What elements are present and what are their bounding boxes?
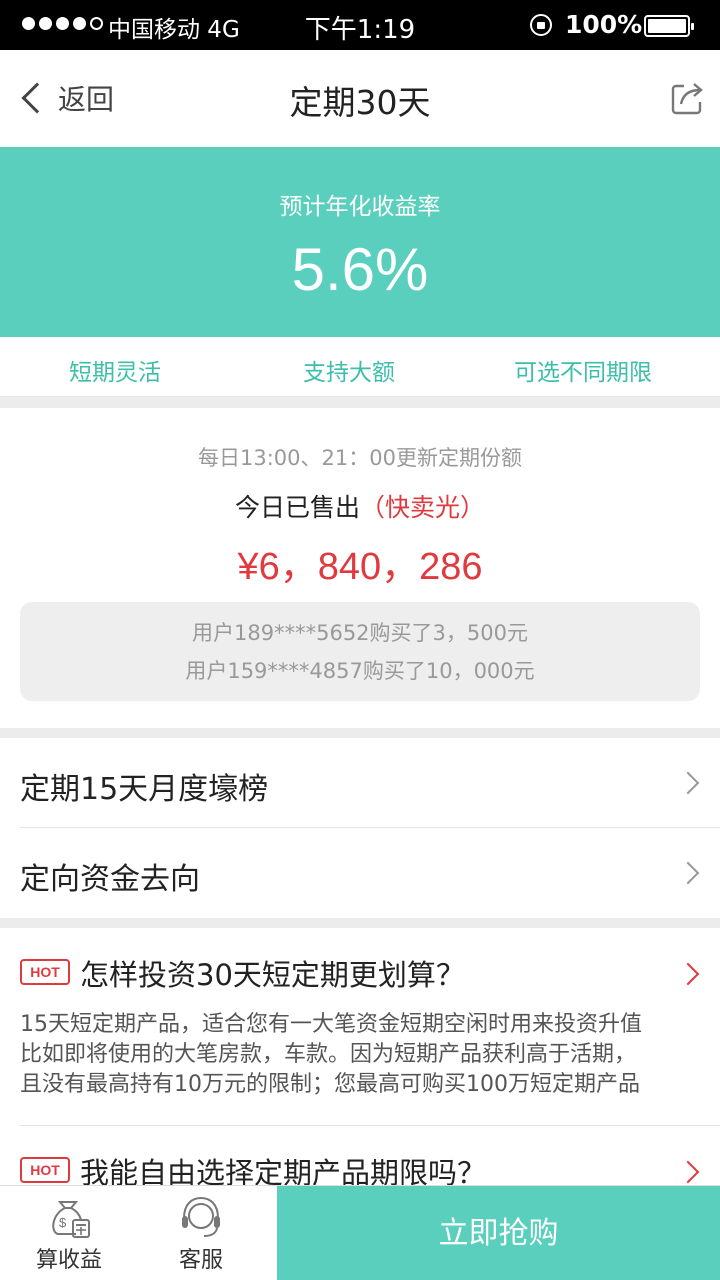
- customer-service-button[interactable]: 客服: [132, 1186, 270, 1280]
- tag-large-amount: 支持大额: [303, 360, 395, 386]
- row-label: 定向资金去向: [20, 862, 200, 897]
- buy-now-button[interactable]: 立即抢购: [277, 1186, 720, 1280]
- sold-today: 今日已售出（快卖光）: [0, 488, 720, 524]
- rate-label: 预计年化收益率: [279, 194, 441, 220]
- headset-icon: [182, 1196, 220, 1237]
- service-label: 客服: [178, 1248, 223, 1273]
- battery-icon: [644, 15, 694, 37]
- chevron-right-icon: [676, 771, 700, 795]
- recent-buyers-ticker: 用户189****5652购买了3，500元 用户159****4857购买了1…: [20, 602, 700, 701]
- answer-line: 15天短定期产品，适合您有一大笔资金短期空闲时用来投资升值: [20, 1012, 642, 1037]
- chevron-left-icon: [21, 82, 53, 114]
- rate-banner: 预计年化收益率 5.6%: [0, 147, 720, 337]
- sales-section: 每日13:00、21：00更新定期份额 今日已售出（快卖光） ¥6，840，28…: [0, 408, 720, 728]
- chevron-right-icon: [676, 1160, 700, 1184]
- section-divider: [0, 397, 720, 408]
- answer-line: 且没有最高持有10万元的限制；您最高可购买100万短定期产品: [20, 1072, 640, 1097]
- faq-answer: 15天短定期产品，适合您有一大笔资金短期空闲时用来投资升值 比如即将使用的大笔房…: [20, 1010, 704, 1100]
- tag-terms: 可选不同期限: [514, 360, 652, 386]
- section-divider: [0, 728, 720, 738]
- row-label: 定期15天月度壕榜: [20, 772, 269, 807]
- share-icon[interactable]: [670, 80, 706, 116]
- navigation-bar: 返回 定期30天: [0, 50, 720, 147]
- calculate-label: 算收益: [35, 1248, 102, 1273]
- answer-line: 比如即将使用的大笔房款，车款。因为短期产品获利高于活期，: [20, 1042, 637, 1067]
- sold-label: 今日已售出: [234, 493, 360, 522]
- buyer-record: 用户189****5652购买了3，500元: [192, 621, 528, 645]
- annual-rate-value: 5.6%: [291, 236, 429, 303]
- back-label: 返回: [58, 83, 115, 116]
- sold-amount: ¥6，840，286: [237, 546, 483, 588]
- back-button[interactable]: 返回: [18, 78, 114, 118]
- hot-badge: HOT: [20, 1157, 70, 1183]
- update-note: 每日13:00、21：00更新定期份额: [198, 446, 522, 470]
- bottom-action-bar: $ 算收益 客服 立即抢购: [0, 1185, 720, 1280]
- faq-question: 怎样投资30天短定期更划算？: [80, 958, 465, 992]
- tag-flexible: 短期灵活: [69, 360, 161, 386]
- sold-status: （快卖光）: [360, 493, 486, 522]
- section-divider: [0, 918, 720, 928]
- buyer-record: 用户159****4857购买了10，000元: [185, 659, 535, 683]
- rotation-lock-icon: [530, 14, 552, 36]
- faq-item[interactable]: HOT 怎样投资30天短定期更划算？ 15天短定期产品，适合您有一大笔资金短期空…: [0, 928, 720, 1125]
- feature-tags: 短期灵活 支持大额 可选不同期限: [0, 337, 720, 397]
- svg-text:$: $: [59, 1215, 67, 1230]
- monthly-leaderboard-row[interactable]: 定期15天月度壕榜: [0, 738, 720, 828]
- hot-badge: HOT: [20, 959, 70, 985]
- chevron-right-icon: [676, 861, 700, 885]
- status-bar: 中国移动 4G 下午1:19 100%: [0, 0, 720, 50]
- fund-destination-row[interactable]: 定向资金去向: [0, 828, 720, 918]
- faq-item[interactable]: HOT 我能自由选择定期产品期限吗？: [0, 1126, 720, 1190]
- money-bag-calculator-icon: $: [52, 1201, 90, 1238]
- battery-percentage: 100%: [565, 10, 643, 39]
- calculate-earnings-button[interactable]: $ 算收益: [0, 1186, 138, 1280]
- chevron-right-icon: [676, 962, 700, 986]
